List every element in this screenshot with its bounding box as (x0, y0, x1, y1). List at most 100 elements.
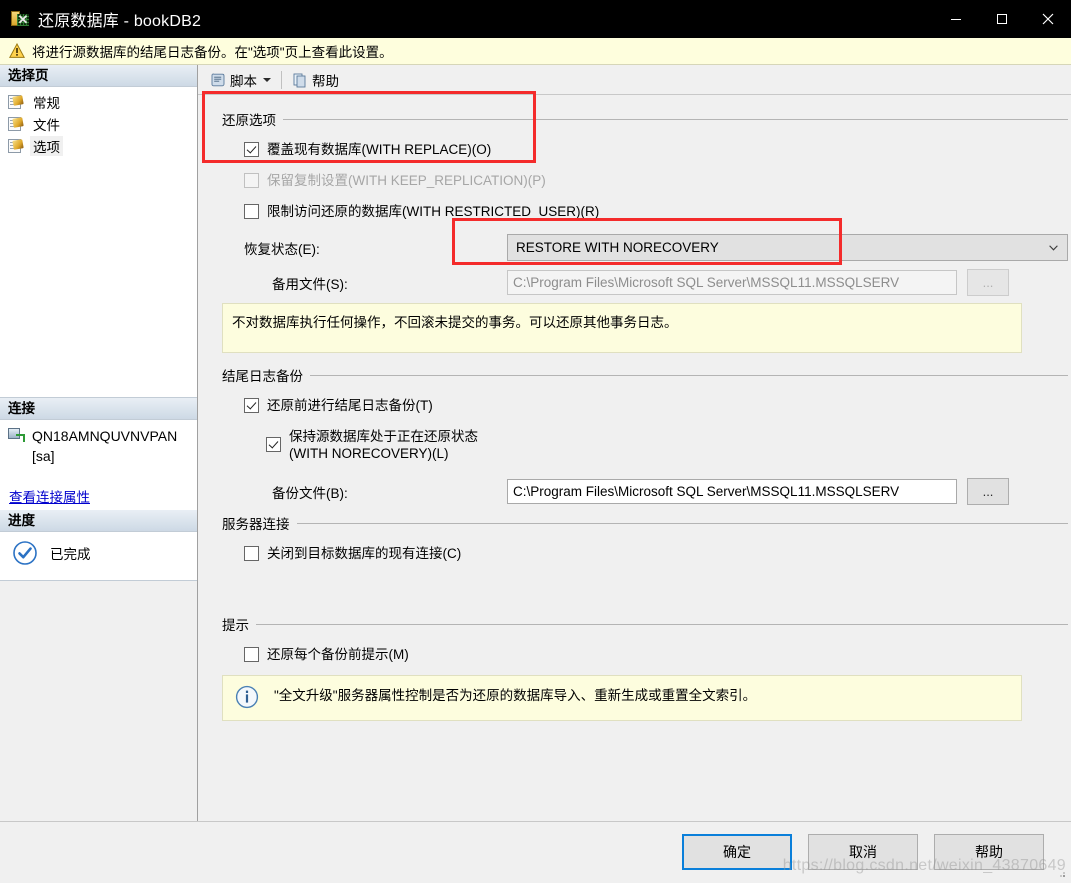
restricted-user-row[interactable]: 限制访问还原的数据库(WITH RESTRICTED_USER)(R) (244, 203, 1068, 220)
page-icon (8, 94, 24, 110)
server-connections-group: 服务器连接 关闭到目标数据库的现有连接(C) (222, 513, 1068, 562)
warning-text: 将进行源数据库的结尾日志备份。在"选项"页上查看此设置。 (32, 45, 393, 60)
backup-file-label: 备份文件(B): (272, 485, 348, 501)
cancel-button[interactable]: 取消 (808, 834, 918, 870)
take-tail-log-label: 还原前进行结尾日志备份(T) (267, 398, 433, 413)
group-divider (256, 623, 1068, 625)
progress-status: 已完成 (50, 547, 91, 562)
maximize-button[interactable] (979, 0, 1025, 38)
close-connections-checkbox[interactable] (244, 546, 259, 561)
take-tail-log-row[interactable]: 还原前进行结尾日志备份(T) (244, 397, 1068, 414)
prompt-before-restore-label: 还原每个备份前提示(M) (267, 647, 409, 662)
options-pane: 脚本 帮助 还原选项 覆盖现有数据库(WITH REPLACE)(O) 保留复制… (198, 65, 1071, 821)
resize-grip-icon[interactable] (1057, 869, 1067, 879)
page-icon (8, 138, 24, 154)
toolbar-separator (281, 70, 282, 89)
connection-info: QN18AMNQUVNVPAN [sa] (0, 420, 197, 468)
connection-server-name: QN18AMNQUVNVPAN [sa] (32, 428, 178, 464)
toolbar-help-button[interactable]: 帮助 (288, 68, 343, 92)
prompt-before-restore-checkbox[interactable] (244, 647, 259, 662)
dialog-content: 选择页 常规 文件 选项 连接 QN18AMNQUVNVPAN [sa] 查看连… (0, 65, 1071, 821)
keep-replication-label: 保留复制设置(WITH KEEP_REPLICATION)(P) (267, 173, 546, 188)
recovery-state-select[interactable]: RESTORE WITH NORECOVERY (507, 234, 1068, 261)
leave-restoring-row[interactable]: 保持源数据库处于正在还原状态 (WITH NORECOVERY)(L) (244, 428, 1068, 462)
keep-replication-row: 保留复制设置(WITH KEEP_REPLICATION)(P) (244, 172, 1068, 189)
restore-database-dialog: ✕ 还原数据库 - bookDB2 将进行源数据库的结尾日志备份。在"选项"页上… (0, 0, 1071, 883)
help-pages-icon (293, 73, 306, 87)
take-tail-log-checkbox[interactable] (244, 398, 259, 413)
check-circle-icon (13, 541, 37, 565)
standby-file-input: C:\Program Files\Microsoft SQL Server\MS… (507, 270, 957, 295)
tail-log-title-text: 结尾日志备份 (222, 369, 303, 384)
page-icon (8, 116, 24, 132)
prompt-title: 提示 (222, 614, 1068, 634)
sidebar-page-list: 常规 文件 选项 (0, 87, 197, 157)
sidebar-filler (0, 580, 197, 821)
recovery-state-description-text: 不对数据库执行任何操作，不回滚未提交的事务。可以还原其他事务日志。 (232, 315, 678, 330)
standby-file-label: 备用文件(S): (272, 276, 348, 292)
prompt-body: 还原每个备份前提示(M) "全文升级"服务器属性控制是否为还原的数据库导入、重新… (222, 634, 1068, 721)
recovery-state-value: RESTORE WITH NORECOVERY (516, 240, 719, 255)
restore-options-body: 覆盖现有数据库(WITH REPLACE)(O) 保留复制设置(WITH KEE… (222, 129, 1068, 353)
progress-info: 已完成 (0, 532, 197, 580)
fulltext-info-box: "全文升级"服务器属性控制是否为还原的数据库导入、重新生成或重置全文索引。 (222, 675, 1022, 721)
standby-file-browse-button: ... (967, 269, 1009, 296)
toolbar: 脚本 帮助 (198, 65, 1071, 95)
connection-section: 连接 QN18AMNQUVNVPAN [sa] 查看连接属性 (0, 397, 197, 510)
sidebar-item-label: 常规 (33, 96, 60, 111)
dialog-footer: 确定 取消 帮助 (0, 821, 1071, 882)
server-connections-title: 服务器连接 (222, 513, 1068, 533)
server-connections-title-text: 服务器连接 (222, 517, 290, 532)
backup-file-browse-button[interactable]: ... (967, 478, 1009, 505)
warning-banner: 将进行源数据库的结尾日志备份。在"选项"页上查看此设置。 (0, 38, 1071, 65)
group-divider (283, 118, 1068, 120)
script-icon (211, 73, 225, 86)
restricted-user-checkbox[interactable] (244, 204, 259, 219)
backup-file-input[interactable]: C:\Program Files\Microsoft SQL Server\MS… (507, 479, 957, 504)
warning-triangle-icon (9, 43, 25, 58)
progress-section: 进度 已完成 (0, 510, 197, 580)
overwrite-database-checkbox[interactable] (244, 142, 259, 157)
chevron-down-icon[interactable] (263, 77, 271, 82)
sidebar-item-options[interactable]: 选项 (0, 135, 197, 157)
help-button[interactable]: 帮助 (934, 834, 1044, 870)
overwrite-database-row[interactable]: 覆盖现有数据库(WITH REPLACE)(O) (244, 141, 1068, 158)
tail-log-group: 结尾日志备份 还原前进行结尾日志备份(T) 保持源数据库处于正在还原状态 (WI… (222, 365, 1068, 505)
fulltext-info-text: "全文升级"服务器属性控制是否为还原的数据库导入、重新生成或重置全文索引。 (274, 688, 757, 703)
prompt-title-text: 提示 (222, 618, 249, 633)
script-label: 脚本 (230, 73, 257, 89)
keep-replication-checkbox (244, 173, 259, 188)
ok-button[interactable]: 确定 (682, 834, 792, 870)
standby-file-row: 备用文件(S): C:\Program Files\Microsoft SQL … (244, 269, 1068, 296)
recovery-state-label: 恢复状态(E): (244, 241, 320, 257)
connection-link-wrap: 查看连接属性 (0, 468, 197, 510)
sidebar-header: 选择页 (0, 65, 197, 87)
prompt-before-restore-row[interactable]: 还原每个备份前提示(M) (244, 646, 1068, 663)
toolbar-help-label: 帮助 (312, 73, 339, 89)
minimize-button[interactable] (933, 0, 979, 38)
view-connection-properties-link[interactable]: 查看连接属性 (9, 490, 90, 505)
close-button[interactable] (1025, 0, 1071, 38)
leave-restoring-checkbox[interactable] (266, 437, 281, 452)
title-bar: ✕ 还原数据库 - bookDB2 (0, 0, 1071, 38)
chevron-down-icon (1049, 244, 1058, 251)
connection-header: 连接 (0, 398, 197, 420)
options-form: 还原选项 覆盖现有数据库(WITH REPLACE)(O) 保留复制设置(WIT… (198, 91, 1071, 821)
script-button[interactable]: 脚本 (206, 68, 275, 92)
overwrite-database-label: 覆盖现有数据库(WITH REPLACE)(O) (267, 142, 492, 157)
sidebar-item-files[interactable]: 文件 (0, 113, 197, 135)
sidebar-item-general[interactable]: 常规 (0, 91, 197, 113)
sidebar: 选择页 常规 文件 选项 连接 QN18AMNQUVNVPAN [sa] 查看连… (0, 65, 198, 821)
restore-options-group: 还原选项 覆盖现有数据库(WITH REPLACE)(O) 保留复制设置(WIT… (222, 109, 1068, 353)
close-connections-row[interactable]: 关闭到目标数据库的现有连接(C) (244, 545, 1068, 562)
info-circle-icon (235, 685, 259, 709)
group-divider (296, 522, 1068, 524)
group-divider (310, 374, 1068, 376)
recovery-state-row: 恢复状态(E): RESTORE WITH NORECOVERY (244, 234, 1068, 261)
leave-restoring-label-line2: (WITH NORECOVERY)(L) (289, 446, 449, 461)
restore-options-title: 还原选项 (222, 109, 1068, 129)
restricted-user-label: 限制访问还原的数据库(WITH RESTRICTED_USER)(R) (267, 204, 600, 219)
server-connections-body: 关闭到目标数据库的现有连接(C) (222, 533, 1068, 562)
leave-restoring-label-line1: 保持源数据库处于正在还原状态 (289, 429, 478, 444)
